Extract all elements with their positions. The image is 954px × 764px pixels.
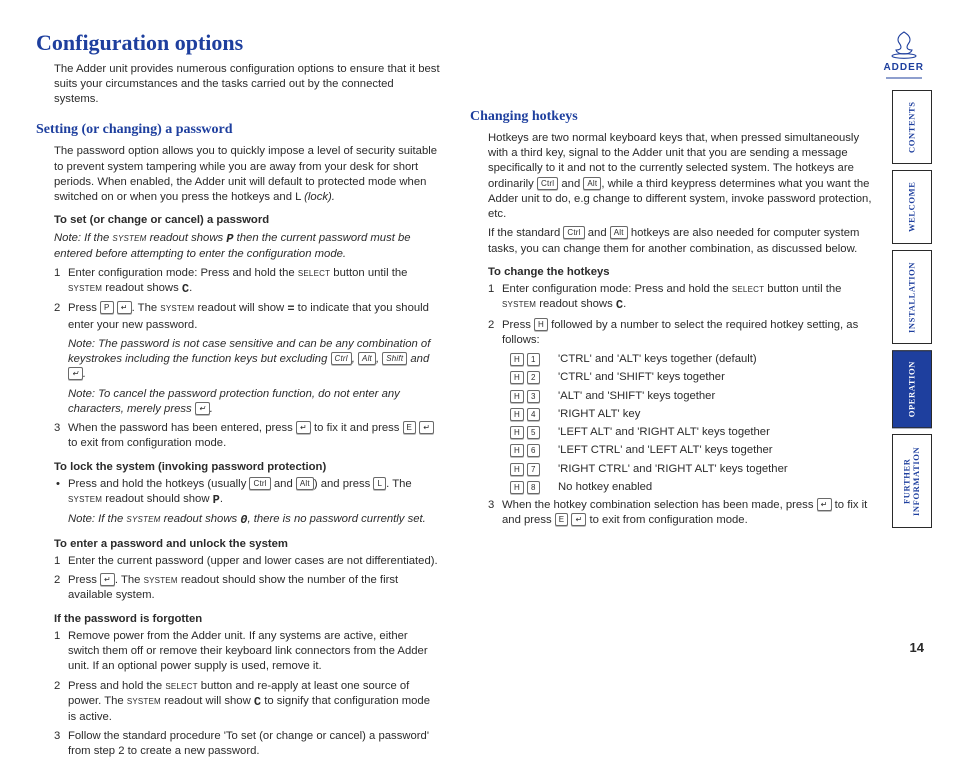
hotkey-option: H5'LEFT ALT' and 'RIGHT ALT' keys togeth… [510, 425, 874, 440]
nav-installation[interactable]: INSTALLATION [892, 250, 932, 344]
steps-set-password: 1 Enter configuration mode: Press and ho… [54, 266, 440, 333]
steps-unlock: 1Enter the current password (upper and l… [54, 554, 440, 604]
subhead-set-password: To set (or change or cancel) a password [54, 213, 440, 228]
page-number: 14 [910, 639, 924, 657]
hotkeys-intro: Hotkeys are two normal keyboard keys tha… [488, 131, 874, 223]
intro-paragraph: The Adder unit provides numerous configu… [54, 62, 440, 108]
hotkey-option: H1'CTRL' and 'ALT' keys together (defaul… [510, 352, 874, 367]
key-enter: ↵ [117, 301, 132, 314]
subhead-change-hotkeys: To change the hotkeys [488, 265, 874, 280]
heading-hotkeys: Changing hotkeys [470, 108, 874, 127]
note-cancel-password: Note: To cancel the password protection … [68, 387, 440, 418]
hotkey-option: H3'ALT' and 'SHIFT' keys together [510, 389, 874, 404]
subhead-unlock: To enter a password and unlock the syste… [54, 537, 440, 552]
hotkey-option: H2'CTRL' and 'SHIFT' keys together [510, 370, 874, 385]
steps-forgotten: 1Remove power from the Adder unit. If an… [54, 629, 440, 760]
nav-operation[interactable]: OPERATION [892, 350, 932, 428]
hotkey-option: H4'RIGHT ALT' key [510, 407, 874, 422]
note-no-password-set: Note: If the system readout shows 0, the… [68, 512, 440, 528]
steps-set-password-cont: 3 When the password has been entered, pr… [54, 421, 440, 452]
left-column: Configuration options The Adder unit pro… [36, 28, 440, 764]
page-title: Configuration options [36, 28, 440, 58]
key-p: P [100, 301, 114, 314]
subhead-forgotten: If the password is forgotten [54, 612, 440, 627]
note-password-mode: Note: If the system readout shows P then… [54, 231, 440, 262]
adder-snake-icon [887, 30, 921, 60]
hotkey-option: H7'RIGHT CTRL' and 'RIGHT ALT' keys toge… [510, 462, 874, 477]
page-columns: Configuration options The Adder unit pro… [0, 0, 954, 764]
bullets-lock: Press and hold the hotkeys (usually Ctrl… [54, 477, 440, 508]
hotkey-option: H6'LEFT CTRL' and 'LEFT ALT' keys togeth… [510, 443, 874, 458]
hotkeys-intro2: If the standard Ctrl and Alt hotkeys are… [488, 226, 874, 257]
nav-welcome[interactable]: WELCOME [892, 170, 932, 244]
steps-change-hotkeys-cont: 3 When the hotkey combination selection … [488, 498, 874, 529]
hotkey-option: H8No hotkey enabled [510, 480, 874, 495]
side-nav: CONTENTS WELCOME INSTALLATION OPERATION … [892, 90, 932, 528]
right-column: Changing hotkeys Hotkeys are two normal … [470, 28, 874, 764]
steps-change-hotkeys: 1 Enter configuration mode: Press and ho… [488, 282, 874, 348]
brand-name: ADDER [883, 61, 924, 75]
nav-contents[interactable]: CONTENTS [892, 90, 932, 164]
note-not-case-sensitive: Note: The password is not case sensitive… [68, 337, 440, 383]
subhead-lock-system: To lock the system (invoking password pr… [54, 460, 440, 475]
heading-password: Setting (or changing) a password [36, 121, 440, 140]
brand-logo: ADDER [883, 30, 924, 79]
nav-further-information[interactable]: FURTHER INFORMATION [892, 434, 932, 528]
password-intro: The password option allows you to quickl… [54, 144, 440, 205]
hotkey-options-table: H1'CTRL' and 'ALT' keys together (defaul… [510, 352, 874, 495]
